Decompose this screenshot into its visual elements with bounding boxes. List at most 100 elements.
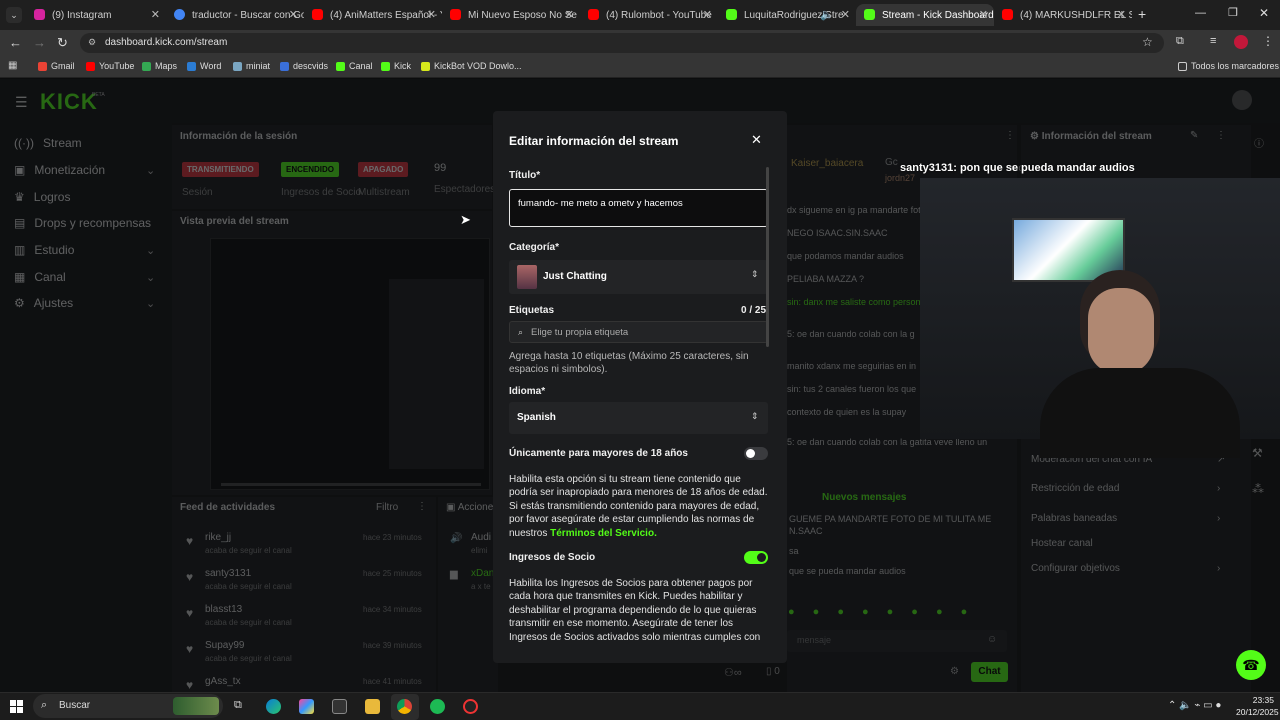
browser-tab[interactable]: (9) Instagram ✕: [26, 4, 166, 26]
nav-stream[interactable]: ((·)) Stream: [14, 136, 82, 150]
edit-icon[interactable]: ✎: [1190, 130, 1198, 141]
terms-link[interactable]: Términos del Servicio.: [550, 528, 657, 539]
system-tray-icons[interactable]: ⌃ 🔈 ⌁ ▭ ●: [1168, 700, 1221, 711]
profile-avatar[interactable]: [1234, 35, 1248, 49]
settings-icon[interactable]: ⚙: [950, 666, 959, 677]
menu-icon[interactable]: ⋮: [1216, 130, 1226, 141]
emote-row[interactable]: ● ● ● ● ● ● ● ●: [788, 606, 1008, 620]
url-text[interactable]: dashboard.kick.com/stream: [105, 37, 227, 48]
new-tab-button[interactable]: +: [1138, 6, 1146, 22]
close-icon[interactable]: ✕: [979, 8, 988, 21]
bookmark-maps[interactable]: Maps: [142, 61, 177, 71]
edge-icon[interactable]: [266, 699, 281, 714]
nav-canal[interactable]: ▦ Canal ⌄: [14, 270, 155, 284]
feed-item[interactable]: ♥ santy3131 acaba de seguir el canal hac…: [186, 566, 426, 600]
setting-host[interactable]: Hostear canal: [1031, 538, 1231, 549]
title-input[interactable]: fumando- me meto a ometv y hacemos: [509, 189, 768, 227]
obs-icon[interactable]: [463, 699, 478, 714]
chat-input[interactable]: mensaje ☺: [787, 630, 1007, 652]
nodes-icon[interactable]: ⁂: [1252, 482, 1264, 496]
site-info-icon[interactable]: ⚙: [88, 37, 96, 48]
minimize-button[interactable]: —: [1195, 7, 1206, 19]
extensions-icon[interactable]: ⧉: [1176, 35, 1184, 48]
restore-button[interactable]: ❐: [1228, 6, 1238, 19]
close-modal-button[interactable]: ✕: [751, 132, 762, 148]
media-icon[interactable]: ≡: [1210, 35, 1216, 47]
nav-monetizacion[interactable]: ▣ Monetización ⌄: [14, 163, 155, 177]
browser-tab[interactable]: traductor - Buscar con Go ✕: [166, 4, 304, 26]
adult-toggle[interactable]: [744, 447, 768, 460]
language-select[interactable]: Spanish ⇕: [509, 402, 768, 434]
feed-item[interactable]: ♥ rike_jj acaba de seguir el canal hace …: [186, 530, 426, 564]
browser-tab[interactable]: Mi Nuevo Esposo No Se E ✕: [442, 4, 580, 26]
modal-scrollbar[interactable]: [766, 167, 769, 347]
action-item[interactable]: xDan: [471, 568, 494, 579]
browser-tab[interactable]: LuquitaRodriguez Stre 🔈 ✕: [718, 4, 856, 26]
chrome-taskbar-button[interactable]: [391, 694, 419, 720]
setting-banned-words[interactable]: Palabras baneadas ›: [1031, 513, 1231, 524]
new-messages-divider[interactable]: Nuevos mensajes: [822, 492, 907, 503]
action-item[interactable]: Audi: [471, 532, 491, 543]
chat-user[interactable]: Kaiser_baiacera: [791, 158, 863, 169]
file-explorer-icon[interactable]: [365, 699, 380, 714]
close-icon[interactable]: ✕: [151, 8, 160, 21]
preview-progress[interactable]: [221, 483, 481, 486]
bookmark-miniat[interactable]: miniat: [233, 61, 270, 71]
category-select[interactable]: Just Chatting ⇕: [509, 260, 768, 294]
copilot-icon[interactable]: [299, 699, 314, 714]
help-chat-button[interactable]: ☎: [1236, 650, 1266, 680]
taskbar-search[interactable]: ⌕ Buscar: [33, 694, 223, 718]
close-icon[interactable]: ✕: [703, 8, 712, 21]
apps-icon[interactable]: ▦: [8, 60, 17, 71]
kick-logo[interactable]: KICK: [40, 89, 98, 115]
spotify-icon[interactable]: [430, 699, 445, 714]
info-icon[interactable]: ⓘ: [1254, 135, 1264, 150]
feed-item[interactable]: ♥ blasst13 acaba de seguir el canal hace…: [186, 602, 426, 636]
nav-estudio[interactable]: ▥ Estudio ⌄: [14, 243, 155, 257]
forward-icon[interactable]: →: [33, 35, 46, 50]
window-close-button[interactable]: ✕: [1259, 6, 1269, 20]
browser-tab[interactable]: (4) AniMatters Español - Y ✕: [304, 4, 442, 26]
setting-age-restriction[interactable]: Restricción de edad ›: [1031, 483, 1231, 494]
close-icon[interactable]: ✕: [427, 8, 436, 21]
browser-tab-active[interactable]: Stream - Kick Dashboard ✕: [856, 4, 994, 26]
feed-menu-icon[interactable]: ⋮: [417, 501, 427, 512]
taskbar-clock[interactable]: 23:35 20/12/2025: [1236, 695, 1279, 717]
nav-logros[interactable]: ♛ Logros: [14, 190, 70, 204]
close-icon[interactable]: ✕: [841, 8, 850, 21]
back-icon[interactable]: ←: [9, 35, 22, 50]
chat-send-button[interactable]: Chat: [971, 662, 1008, 682]
bookmark-youtube[interactable]: YouTube: [86, 61, 134, 71]
bookmark-kick[interactable]: Kick: [381, 61, 411, 71]
stream-preview[interactable]: [210, 238, 490, 490]
partner-toggle[interactable]: [744, 551, 768, 564]
chat-user[interactable]: Gc: [885, 157, 898, 168]
bookmark-star-icon[interactable]: ☆: [1142, 35, 1153, 49]
setting-goals[interactable]: Configurar objetivos ›: [1031, 563, 1231, 574]
bookmark-canal[interactable]: Canal: [336, 61, 373, 71]
close-icon[interactable]: ✕: [289, 8, 298, 21]
user-avatar[interactable]: [1232, 90, 1252, 110]
all-bookmarks[interactable]: Todos los marcadores: [1178, 61, 1279, 71]
bookmark-gmail[interactable]: Gmail: [38, 61, 75, 71]
nav-drops[interactable]: ▤ Drops y recompensas: [14, 216, 151, 230]
store-icon[interactable]: [332, 699, 347, 714]
hamburger-icon[interactable]: ☰: [15, 94, 28, 111]
bookmark-word[interactable]: Word: [187, 61, 221, 71]
tags-input[interactable]: ⌕ Elige tu propia etiqueta: [509, 321, 768, 343]
browser-tab[interactable]: (4) Rulombot - YouTube ✕: [580, 4, 718, 26]
feed-item[interactable]: ♥ gAss_tx hace 41 minutos: [186, 674, 426, 692]
browser-tab[interactable]: (4) MARKUSHDLFR EL STR✕: [994, 4, 1132, 26]
close-icon[interactable]: ✕: [565, 8, 574, 21]
tools-icon[interactable]: ⚒: [1252, 446, 1263, 460]
chat-menu-icon[interactable]: ⋮: [1005, 130, 1015, 141]
users-icon[interactable]: ⚇∞: [724, 666, 742, 679]
feed-item[interactable]: ♥ Supay99 acaba de seguir el canal hace …: [186, 638, 426, 672]
feed-filter-button[interactable]: Filtro: [376, 502, 398, 513]
chat-user[interactable]: jordn27: [885, 173, 915, 183]
windows-start-icon[interactable]: [10, 700, 23, 713]
omnibox[interactable]: ⚙ dashboard.kick.com/stream ☆: [80, 33, 1164, 53]
audio-icon[interactable]: 🔈: [820, 8, 834, 21]
task-view-icon[interactable]: ⧉: [234, 699, 242, 712]
tab-search-button[interactable]: ⌄: [6, 7, 22, 23]
